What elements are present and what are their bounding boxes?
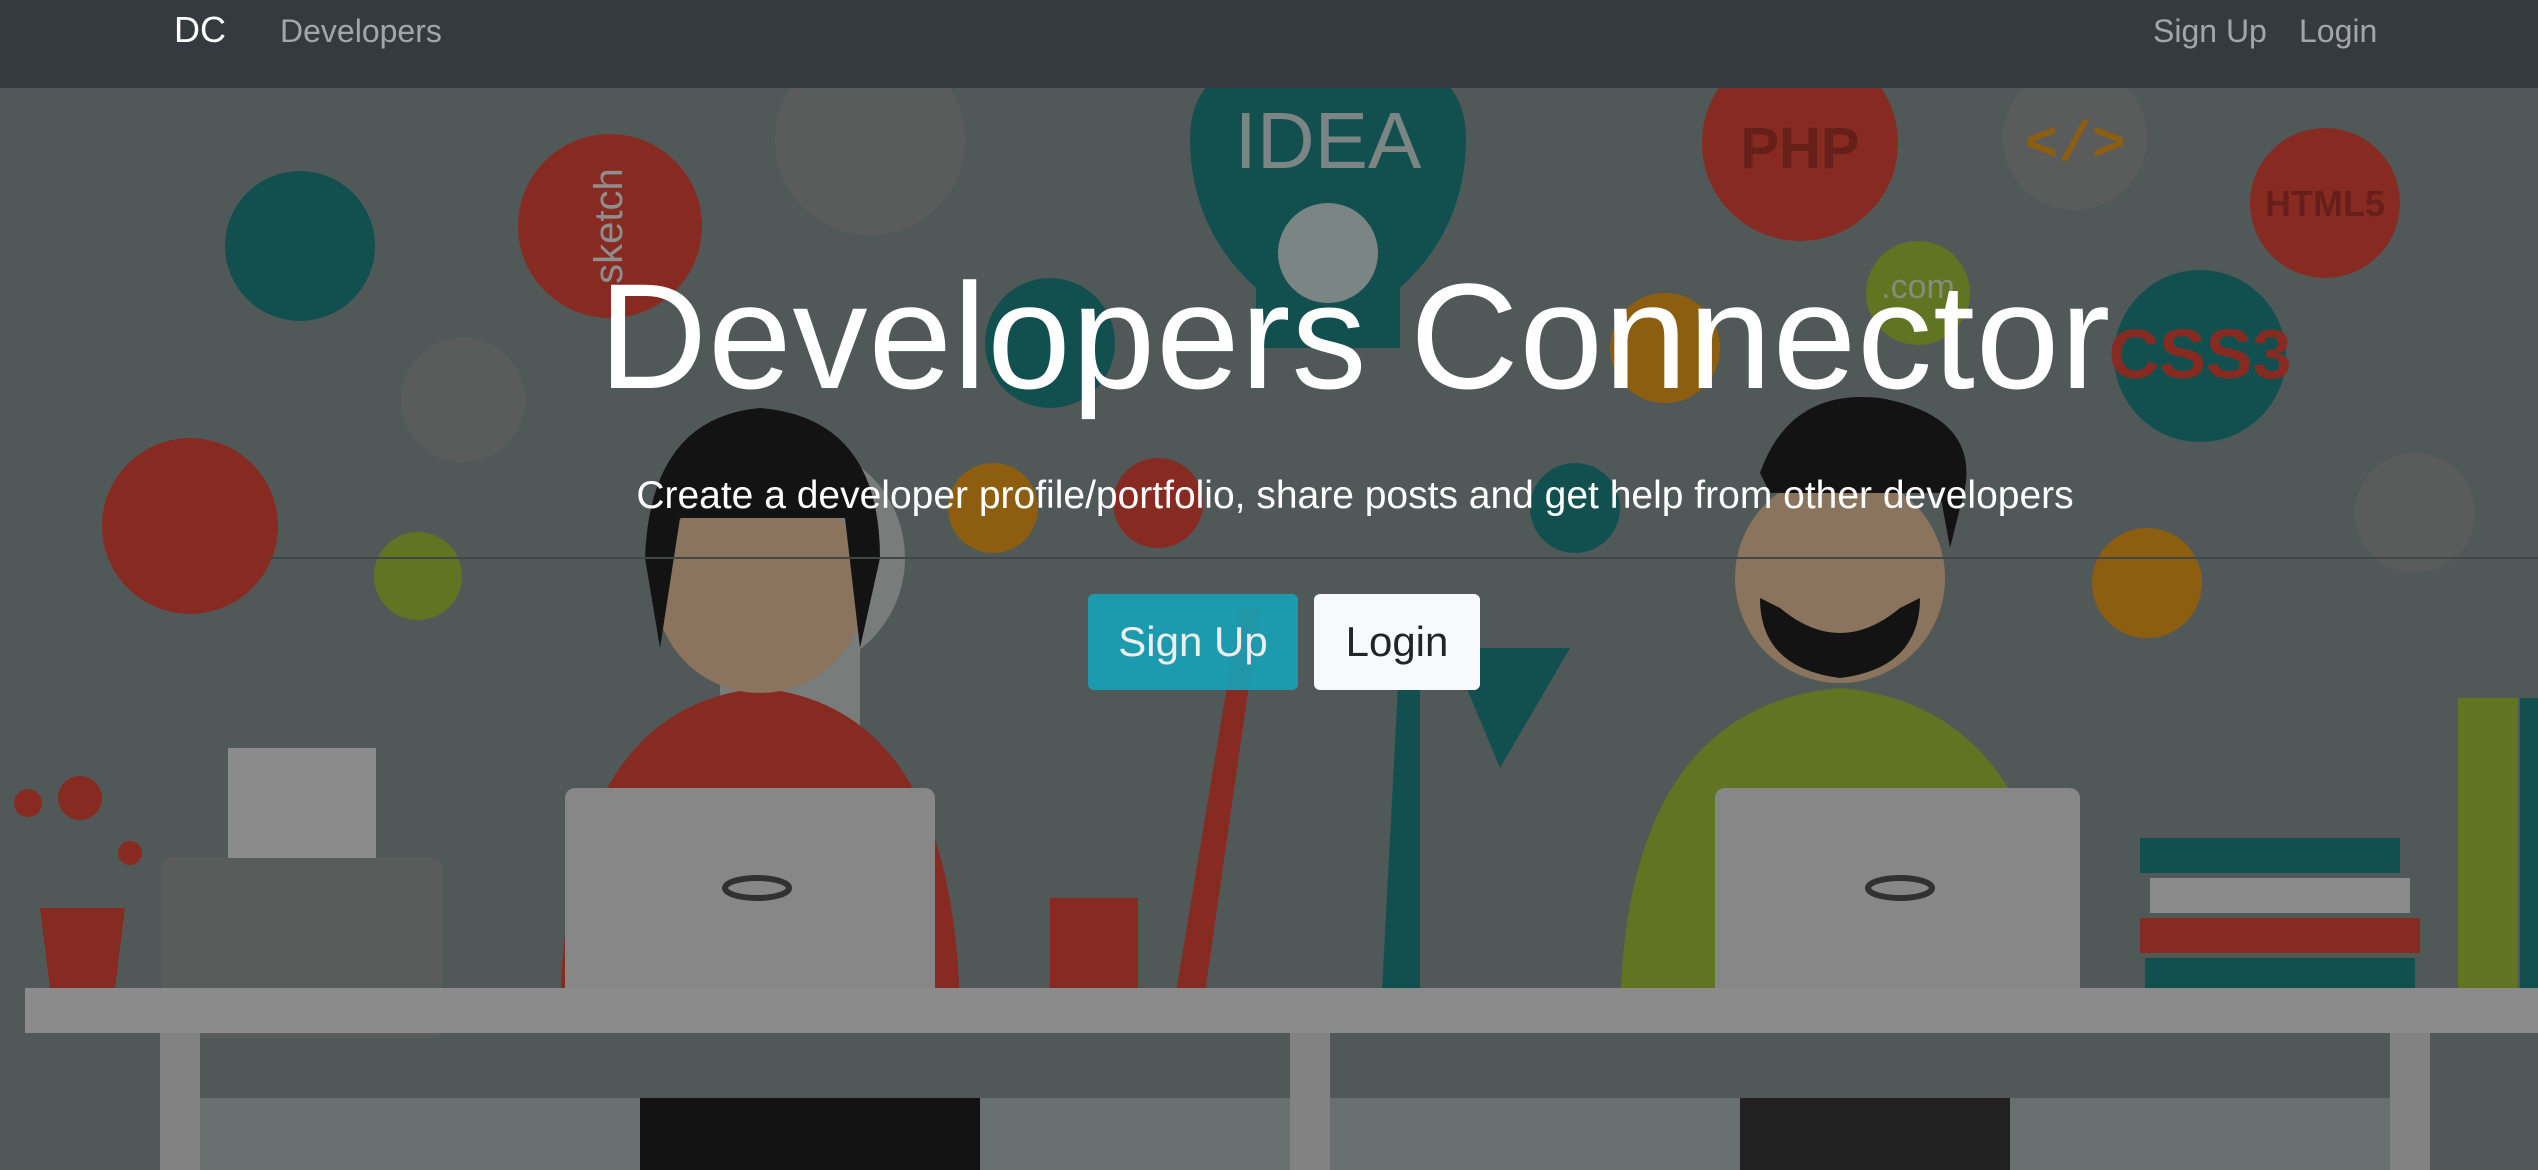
- hero-subtitle: Create a developer profile/portfolio, sh…: [636, 474, 2074, 517]
- hero-section: IDEA PHP </> CSS3 .com HTML5 sketch Deve…: [0, 88, 2538, 1170]
- navbar: DC Developers Sign Up Login: [0, 0, 2538, 88]
- nav-link-developers[interactable]: Developers: [280, 13, 442, 49]
- brand-logo-link[interactable]: DC: [174, 10, 226, 50]
- nav-link-signup[interactable]: Sign Up: [2153, 13, 2267, 49]
- nav-link-login[interactable]: Login: [2299, 13, 2377, 49]
- signup-button[interactable]: Sign Up: [1088, 594, 1298, 690]
- login-button[interactable]: Login: [1314, 594, 1480, 690]
- hero-title: Developers Connector: [598, 252, 2112, 420]
